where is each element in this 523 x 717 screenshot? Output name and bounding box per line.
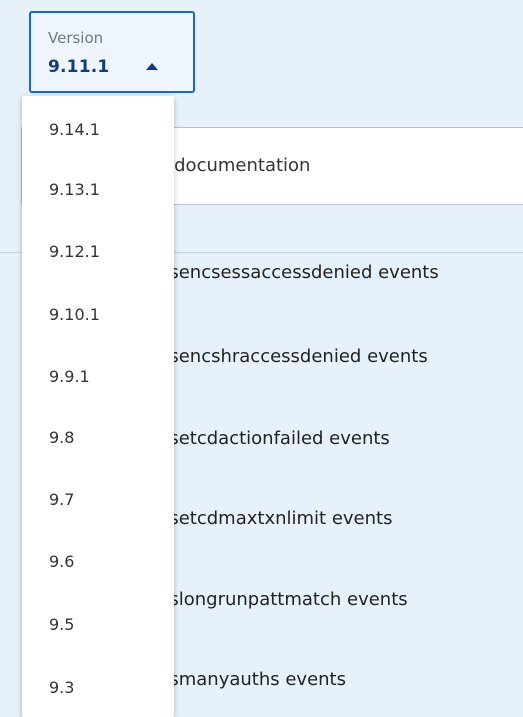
version-option[interactable]: 9.12.1 xyxy=(49,242,100,261)
version-option[interactable]: 9.6 xyxy=(49,552,74,571)
list-item[interactable]: ifsmanyauths events xyxy=(158,669,346,690)
version-select-button[interactable]: Version 9.11.1 xyxy=(29,11,195,93)
caret-up-icon xyxy=(146,63,158,70)
list-item[interactable]: ifsencshraccessdenied events xyxy=(158,346,428,367)
version-option[interactable]: 9.5 xyxy=(49,615,74,634)
version-option[interactable]: 9.10.1 xyxy=(49,305,100,324)
version-option[interactable]: 9.7 xyxy=(49,490,74,509)
version-label: Version xyxy=(48,29,104,47)
list-item[interactable]: ifsencsessaccessdenied events xyxy=(158,262,439,283)
version-current-value: 9.11.1 xyxy=(48,57,110,77)
version-option[interactable]: 9.3 xyxy=(49,678,74,697)
list-item[interactable]: ifsetcdactionfailed events xyxy=(158,428,390,449)
search-placeholder: n documentation xyxy=(157,155,311,176)
version-option[interactable]: 9.13.1 xyxy=(49,180,100,199)
list-item[interactable]: ifsetcdmaxtxnlimit events xyxy=(158,508,392,529)
version-option[interactable]: 9.8 xyxy=(49,428,74,447)
version-option[interactable]: 9.14.1 xyxy=(49,120,100,139)
version-dropdown-menu: 9.14.1 9.13.1 9.12.1 9.10.1 9.9.1 9.8 9.… xyxy=(22,96,174,717)
version-option[interactable]: 9.9.1 xyxy=(49,367,90,386)
list-item[interactable]: ifslongrunpattmatch events xyxy=(158,589,408,610)
